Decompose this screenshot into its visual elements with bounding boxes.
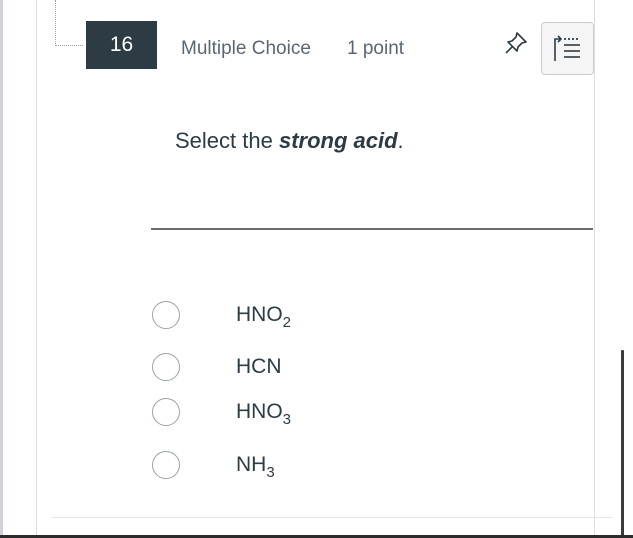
question-number-badge: 16 bbox=[86, 21, 157, 69]
radio-button[interactable] bbox=[152, 451, 180, 479]
prompt-divider bbox=[151, 228, 593, 230]
radio-button[interactable] bbox=[152, 301, 180, 329]
left-border bbox=[0, 0, 3, 538]
question-prompt: Select the strong acid. bbox=[175, 128, 404, 154]
scrollbar-thumb[interactable] bbox=[621, 350, 624, 538]
answer-option-3[interactable]: HNO3 bbox=[152, 397, 452, 429]
answer-label: NH3 bbox=[236, 453, 275, 481]
prompt-text: Select the bbox=[175, 128, 279, 153]
card-bottom-separator bbox=[52, 517, 612, 518]
radio-button[interactable] bbox=[152, 398, 180, 426]
answer-label: HCN bbox=[236, 355, 282, 378]
nesting-guide bbox=[55, 0, 83, 46]
answer-option-4[interactable]: NH3 bbox=[152, 450, 452, 482]
question-type: Multiple Choice bbox=[181, 38, 311, 59]
pin-icon[interactable] bbox=[503, 30, 529, 56]
answer-label: HNO3 bbox=[236, 400, 292, 428]
answer-label: HNO2 bbox=[236, 303, 292, 331]
question-card-left-edge bbox=[36, 0, 37, 538]
radio-button[interactable] bbox=[152, 353, 180, 381]
outline-list-icon bbox=[554, 35, 580, 61]
outline-button[interactable] bbox=[541, 22, 594, 75]
question-points: 1 point bbox=[347, 38, 405, 59]
question-card-right-edge bbox=[594, 0, 595, 538]
prompt-end: . bbox=[397, 128, 404, 153]
answer-option-1[interactable]: HNO2 bbox=[152, 300, 452, 332]
answer-option-2[interactable]: HCN bbox=[152, 352, 452, 384]
question-number: 16 bbox=[109, 33, 134, 56]
prompt-emphasis: strong acid bbox=[278, 128, 398, 153]
